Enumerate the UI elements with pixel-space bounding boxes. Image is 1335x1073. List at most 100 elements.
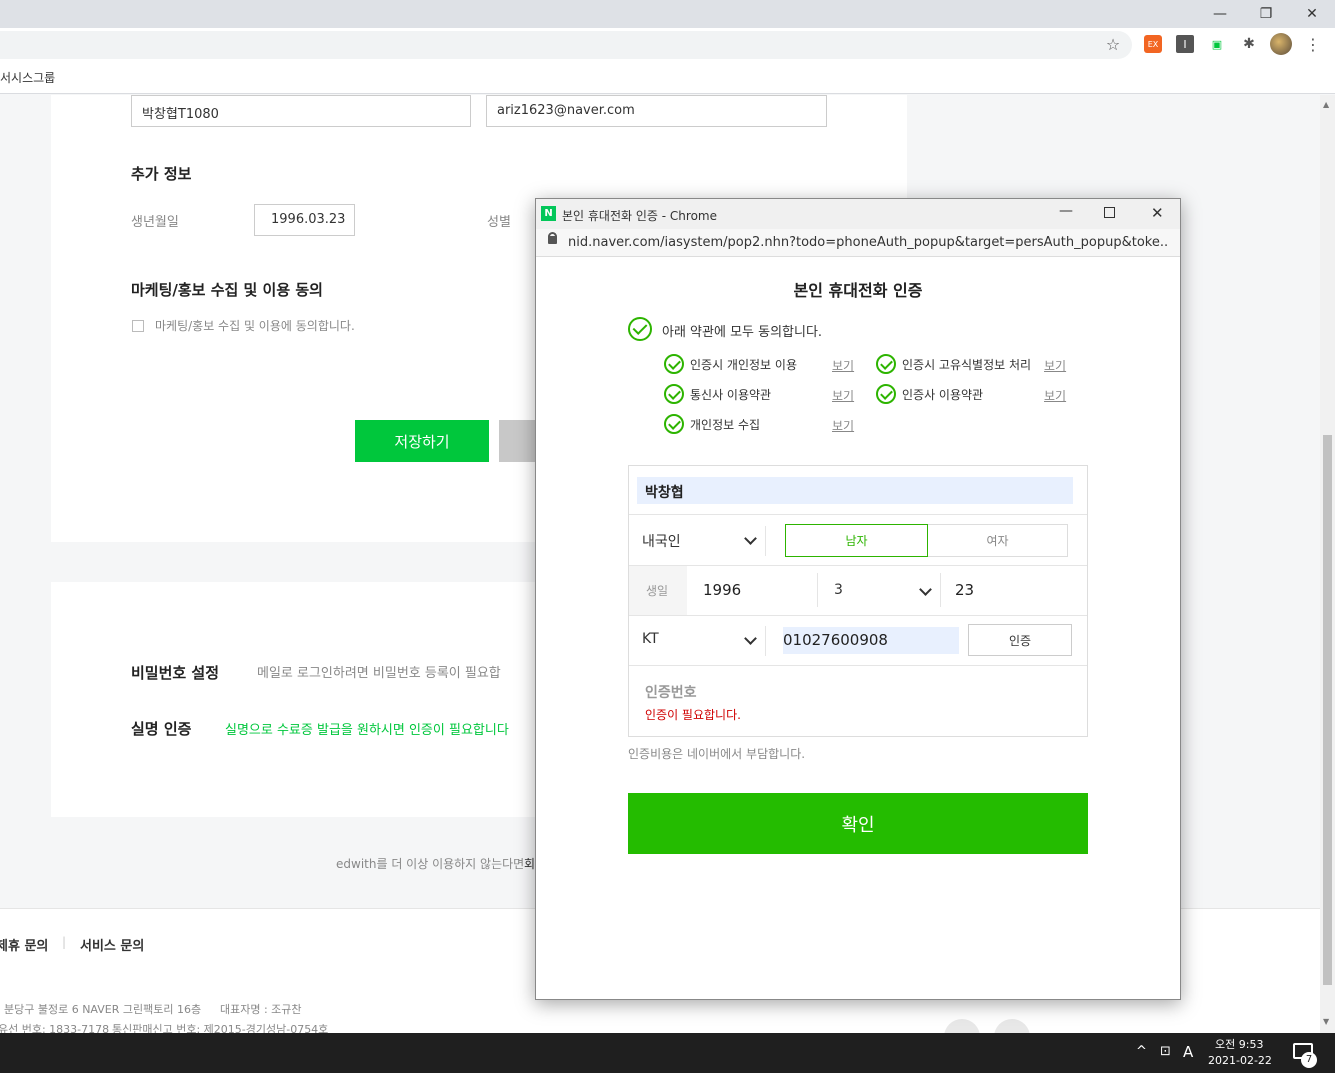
extra-info-title: 추가 정보 [131,165,192,183]
term-check-icon[interactable] [664,414,684,434]
term-view-link[interactable]: 보기 [832,417,854,434]
term-view-link[interactable]: 보기 [832,357,854,374]
browser-toolbar: ☆ EX I ▣ ✱ ⋮ [0,28,1335,62]
gender-female-button[interactable]: 여자 [928,524,1068,557]
menu-dots-icon[interactable]: ⋮ [1304,35,1322,54]
leave-link[interactable]: 회 [524,855,535,872]
row-divider [629,565,1087,566]
scroll-up-icon[interactable]: ▲ [1323,100,1329,109]
term-label: 인증사 이용약관 [902,388,984,402]
col-divider [765,626,766,656]
network-icon[interactable]: ⊡ [1160,1044,1171,1059]
footer-ceo: 대표자명 : 조규찬 [220,1003,302,1016]
marketing-title: 마케팅/홍보 수집 및 이용 동의 [131,281,323,299]
scroll-down-icon[interactable]: ▼ [1323,1017,1329,1026]
birth-year-input[interactable]: 1996 [703,581,741,599]
auth-request-button[interactable]: 인증 [968,624,1072,656]
gender-male-button[interactable]: 남자 [785,524,928,557]
term-check-icon[interactable] [876,384,896,404]
footer-link-service[interactable]: 서비스 문의 [80,935,144,954]
term-check-icon[interactable] [664,354,684,374]
extension-screen-icon[interactable]: ▣ [1208,35,1226,53]
page-scrollbar[interactable]: ▲ ▼ [1320,95,1335,1033]
extension-i-icon[interactable]: I [1176,35,1194,53]
term-check-icon[interactable] [876,354,896,374]
scroll-thumb[interactable] [1323,435,1332,985]
term-label: 인증시 개인정보 이용 [690,358,797,372]
realname-desc: 실명으로 수료증 발급을 원하시면 인증이 필요합니다 [225,723,509,738]
lock-shackle [548,232,557,239]
popup-minimize-button[interactable]: — [1059,203,1073,219]
taskbar: ^ ⊡ A 오전 9:53 2021-02-22 7 [0,1033,1335,1073]
auth-error-text: 인증이 필요합니다. [645,708,741,722]
row-divider [629,665,1087,666]
realname-title: 실명 인증 [131,720,192,738]
close-button[interactable]: ✕ [1289,0,1335,28]
term-check-icon[interactable] [664,384,684,404]
footer-divider: | [62,935,67,949]
row-divider [629,615,1087,616]
chevron-down-icon[interactable] [744,632,757,645]
auth-form-box: 박창협 내국인 남자 여자 생일 1996 3 23 KT 0102760090… [628,465,1088,737]
clock-date[interactable]: 2021-02-22 [1208,1054,1272,1067]
auth-code-input[interactable]: 인증번호 [645,682,697,702]
birth-day-input[interactable]: 23 [955,581,974,599]
term-view-link[interactable]: 보기 [1044,357,1066,374]
leave-text: edwith를 더 이상 이용하지 않는다면 [336,857,525,871]
ime-indicator[interactable]: A [1183,1043,1193,1061]
cost-note: 인증비용은 네이버에서 부담합니다. [628,747,806,761]
marketing-checkbox-label: 마케팅/홍보 수집 및 이용에 동의합니다. [155,319,355,333]
popup-address-bar: nid.naver.com/iasystem/pop2.nhn?todo=pho… [536,229,1180,257]
popup-url[interactable]: nid.naver.com/iasystem/pop2.nhn?todo=pho… [568,235,1168,250]
footer-phone: 유선 번호: 1833-7178 [0,1023,110,1033]
carrier-select[interactable]: KT [642,631,659,647]
birth-field[interactable]: 1996.03.23 [254,204,355,236]
chevron-down-icon[interactable] [919,583,932,596]
term-label: 개인정보 수집 [690,418,761,432]
naver-logo-icon: N [541,206,556,221]
bookmark-star-icon[interactable]: ☆ [1104,35,1122,54]
footer-link-partnership[interactable]: 제휴 문의 [0,935,48,954]
popup-close-button[interactable]: ✕ [1151,204,1164,222]
col-divider [765,526,766,556]
password-title: 비밀번호 설정 [131,664,220,682]
confirm-button[interactable]: 확인 [628,793,1088,854]
chevron-up-icon[interactable]: ^ [1136,1044,1147,1059]
marketing-checkbox[interactable] [132,320,144,332]
restore-button[interactable]: ❐ [1243,0,1289,28]
name-field[interactable]: 박창협T1080 [131,95,471,127]
term-view-link[interactable]: 보기 [832,387,854,404]
notification-count: 7 [1301,1052,1317,1068]
bookmark-item[interactable]: 서시스그룹 [0,69,55,86]
avatar[interactable] [1270,33,1292,55]
agree-all-check-icon[interactable] [628,317,652,341]
footer-social-icon[interactable] [944,1019,980,1033]
auth-popup-window: N 본인 휴대전화 인증 - Chrome — ✕ nid.naver.com/… [535,198,1181,1000]
popup-heading: 본인 휴대전화 인증 [793,281,923,300]
row-divider [629,514,1087,515]
address-bar[interactable] [0,31,1132,59]
term-label: 인증시 고유식별정보 처리 [902,358,1032,372]
birth-month-select[interactable]: 3 [834,582,843,598]
popup-maximize-button[interactable] [1104,207,1115,218]
popup-window-title: 본인 휴대전화 인증 - Chrome [562,209,717,223]
birth-label: 생년월일 [131,215,179,230]
agree-all-label: 아래 약관에 모두 동의합니다. [662,325,823,340]
term-label: 통신사 이용약관 [690,388,772,402]
bookmarks-bar: 서시스그룹 [0,62,1335,94]
save-button[interactable]: 저장하기 [355,420,489,462]
nationality-select[interactable]: 내국인 [642,531,681,551]
chevron-down-icon[interactable] [744,532,757,545]
phone-input[interactable]: 01027600908 [783,627,959,654]
popup-title-bar: N 본인 휴대전화 인증 - Chrome — ✕ [536,199,1180,229]
footer-social-icon[interactable] [994,1019,1030,1033]
puzzle-icon[interactable]: ✱ [1240,35,1258,53]
popup-birth-label: 생일 [646,584,669,598]
minimize-button[interactable]: — [1197,0,1243,28]
popup-name-input[interactable]: 박창협 [637,477,1073,504]
extension-ex-icon[interactable]: EX [1144,35,1162,53]
footer-license: 통신판매신고 번호: 제2015-경기성남-0754호 [112,1023,329,1033]
term-view-link[interactable]: 보기 [1044,387,1066,404]
email-field[interactable]: ariz1623@naver.com [486,95,827,127]
clock-time[interactable]: 오전 9:53 [1215,1036,1263,1052]
